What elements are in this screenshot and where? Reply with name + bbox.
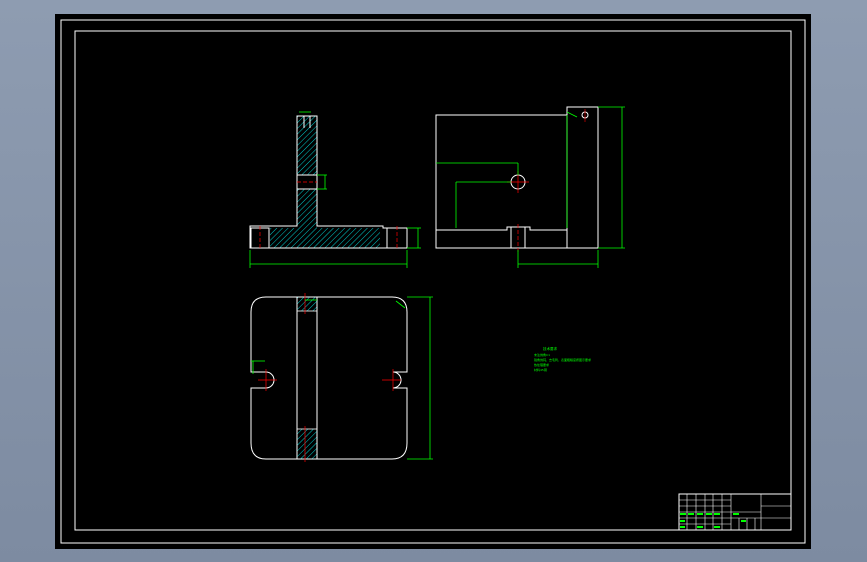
- notes-line: 未注倒角C1: [534, 352, 550, 357]
- outer-frame: [60, 19, 806, 544]
- notes-line: 热处理要求: [534, 362, 549, 367]
- notes-line: 锐角倒钝，去毛刺，表面粗糙度按图示要求: [534, 357, 591, 362]
- top-view[interactable]: [250, 293, 433, 462]
- title-block[interactable]: [678, 493, 792, 531]
- front-view[interactable]: [249, 111, 421, 268]
- side-view[interactable]: [435, 106, 625, 268]
- inner-frame: [74, 30, 792, 531]
- notes-line: 材料45钢: [534, 367, 547, 372]
- technical-notes[interactable]: 技术要求 未注倒角C1 锐角倒钝，去毛刺，表面粗糙度按图示要求 热处理要求 材料…: [534, 346, 591, 372]
- notes-heading: 技术要求: [543, 346, 557, 351]
- cad-drawing-viewport[interactable]: 技术要求 未注倒角C1 锐角倒钝，去毛刺，表面粗糙度按图示要求 热处理要求 材料…: [55, 14, 811, 549]
